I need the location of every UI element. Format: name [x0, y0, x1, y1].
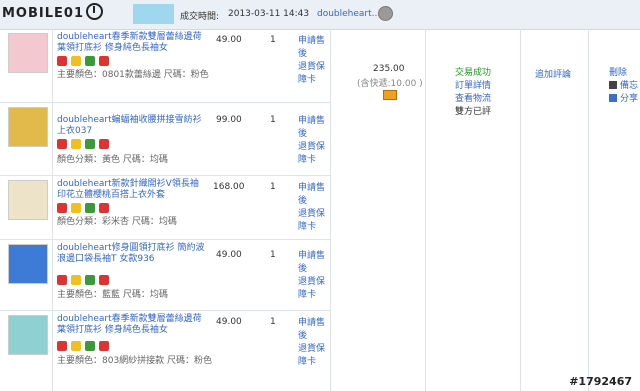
- apply-after-sale-link[interactable]: 申請售後: [298, 115, 330, 141]
- site-logo: MOBILE01: [2, 3, 103, 21]
- order-header: MOBILE01 成交時間: 2013-03-11 14:43 doublehe…: [0, 0, 640, 30]
- service-icon: [85, 56, 95, 66]
- service-icon: [57, 341, 67, 351]
- logo-power-icon: [86, 3, 103, 20]
- item-quantity: 1: [270, 250, 276, 260]
- service-icons: [57, 203, 137, 213]
- item-price: 49.00: [216, 250, 242, 260]
- product-title[interactable]: doubleheart春季新款雙層蕾絲邊荷葉領打底衫 修身純色長袖女: [57, 32, 207, 54]
- service-icon: [99, 341, 109, 351]
- order-detail-link[interactable]: 訂單詳情: [455, 80, 491, 93]
- order-body: doubleheart春季新款雙層蕾絲邊荷葉領打底衫 修身純色長袖女 主要顏色：…: [0, 29, 640, 391]
- product-thumbnail[interactable]: [8, 107, 48, 147]
- item-quantity: 1: [270, 115, 276, 125]
- item-price: 99.00: [216, 115, 242, 125]
- after-sale-links: 申請售後 退貨保障卡: [298, 35, 330, 87]
- watermark: #1792467: [569, 375, 632, 388]
- service-icon: [57, 203, 67, 213]
- logistics-link[interactable]: 查看物流: [455, 93, 491, 106]
- apply-after-sale-link[interactable]: 申請售後: [298, 182, 330, 208]
- item-price: 49.00: [216, 317, 242, 327]
- service-icon: [99, 56, 109, 66]
- item-price: 168.00: [213, 182, 245, 192]
- divider: [588, 29, 589, 391]
- apply-after-sale-link[interactable]: 申請售後: [298, 35, 330, 61]
- product-thumbnail[interactable]: [8, 33, 48, 73]
- masked-order-number: [133, 4, 174, 24]
- item-row: doubleheart春季新款雙層蕾絲邊荷葉領打底衫 修身純色長袖女 主要顏色：…: [0, 29, 330, 103]
- product-thumbnail[interactable]: [8, 315, 48, 355]
- return-guarantee-link[interactable]: 退貨保障卡: [298, 276, 330, 302]
- divider: [425, 29, 426, 391]
- trade-status: 交易成功: [455, 68, 492, 78]
- payment-icon: [383, 90, 397, 100]
- product-attributes: 顏色分類：黃色 尺碼：均碼: [57, 155, 168, 165]
- service-icon: [85, 341, 95, 351]
- after-sale-links: 申請售後 退貨保障卡: [298, 182, 330, 234]
- service-icon: [57, 56, 67, 66]
- share-icon: [609, 94, 617, 102]
- apply-after-sale-link[interactable]: 申請售後: [298, 317, 330, 343]
- product-title[interactable]: doubleheart修身圓領打底衫 簡約波浪邊口袋長袖T 女款936: [57, 243, 207, 265]
- service-icons: [57, 275, 137, 285]
- service-icon: [57, 139, 67, 149]
- after-sale-links: 申請售後 退貨保障卡: [298, 115, 330, 167]
- divider: [330, 29, 331, 391]
- service-icon: [71, 56, 81, 66]
- service-icon: [85, 139, 95, 149]
- service-icon: [71, 341, 81, 351]
- service-icon: [85, 275, 95, 285]
- order-actions: 刪除 備忘 分享: [609, 67, 638, 106]
- shipping-fee: (含快遞:10.00 ): [357, 79, 423, 89]
- service-icon: [99, 275, 109, 285]
- item-row: doubleheart修身圓領打底衫 簡約波浪邊口袋長袖T 女款936 主要顏色…: [0, 240, 330, 311]
- item-row: doubleheart新款針織開衫V領長袖印花立體櫻桃百搭上衣外套 顏色分類：彩…: [0, 176, 330, 240]
- product-attributes: 主要顏色：藍藍 尺碼：均碼: [57, 290, 168, 300]
- service-icon: [85, 203, 95, 213]
- item-quantity: 1: [270, 35, 276, 45]
- service-icons: [57, 341, 137, 351]
- service-icons: [57, 56, 137, 66]
- flag-icon: [609, 81, 617, 89]
- service-icons: [57, 139, 137, 149]
- service-icon: [71, 139, 81, 149]
- append-review-link[interactable]: 追加評論: [535, 67, 571, 80]
- product-thumbnail[interactable]: [8, 244, 48, 284]
- seller-link[interactable]: doubleheart...: [317, 9, 380, 19]
- item-quantity: 1: [270, 182, 276, 192]
- item-quantity: 1: [270, 317, 276, 327]
- after-sale-links: 申請售後 退貨保障卡: [298, 317, 330, 369]
- product-title[interactable]: doubleheart春季新款雙層蕾絲邊荷葉領打底衫 修身純色長袖女: [57, 314, 207, 336]
- item-row: doubleheart蝙蝠袖收腰拼接雪紡衫上衣037 顏色分類：黃色 尺碼：均碼…: [0, 103, 330, 176]
- service-icon: [99, 139, 109, 149]
- product-title[interactable]: doubleheart新款針織開衫V領長袖印花立體櫻桃百搭上衣外套: [57, 179, 207, 201]
- service-icon: [71, 203, 81, 213]
- service-icon: [71, 275, 81, 285]
- product-attributes: 顏色分類：彩米杏 尺碼：均碼: [57, 217, 177, 227]
- memo-link[interactable]: 備忘: [609, 80, 638, 93]
- return-guarantee-link[interactable]: 退貨保障卡: [298, 141, 330, 167]
- delete-link[interactable]: 刪除: [609, 67, 638, 80]
- time-value: 2013-03-11 14:43: [228, 9, 310, 19]
- service-icon: [57, 275, 67, 285]
- time-label: 成交時間:: [180, 12, 220, 22]
- product-attributes: 主要顏色：803網紗拼接款 尺碼：粉色: [57, 356, 213, 366]
- wangwang-icon[interactable]: [378, 6, 393, 21]
- order-status: 交易成功 訂單詳情 查看物流 雙方已評: [455, 67, 491, 119]
- item-price: 49.00: [216, 35, 242, 45]
- return-guarantee-link[interactable]: 退貨保障卡: [298, 343, 330, 369]
- product-attributes: 主要顏色：0801款蕾絲邊 尺碼：粉色: [57, 70, 209, 80]
- return-guarantee-link[interactable]: 退貨保障卡: [298, 61, 330, 87]
- divider: [520, 29, 521, 391]
- review-status: 雙方已評: [455, 107, 492, 117]
- service-icon: [99, 203, 109, 213]
- product-thumbnail[interactable]: [8, 180, 48, 220]
- product-title[interactable]: doubleheart蝙蝠袖收腰拼接雪紡衫上衣037: [57, 115, 207, 137]
- order-total: 235.00: [373, 64, 405, 74]
- return-guarantee-link[interactable]: 退貨保障卡: [298, 208, 330, 234]
- apply-after-sale-link[interactable]: 申請售後: [298, 250, 330, 276]
- share-link[interactable]: 分享: [609, 93, 638, 106]
- item-row: doubleheart春季新款雙層蕾絲邊荷葉領打底衫 修身純色長袖女 主要顏色：…: [0, 311, 330, 391]
- after-sale-links: 申請售後 退貨保障卡: [298, 250, 330, 302]
